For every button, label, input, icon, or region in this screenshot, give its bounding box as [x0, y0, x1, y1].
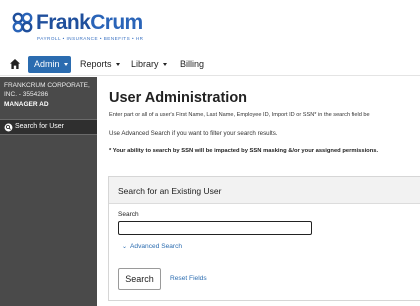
search-button[interactable]: Search [118, 268, 161, 290]
frankcrum-logo[interactable]: FrankCrum PAYROLL • INSURANCE • BENEFITS… [12, 10, 144, 41]
search-icon [4, 123, 13, 132]
nav-billing-link[interactable]: Billing [180, 56, 204, 73]
app-header: FrankCrum PAYROLL • INSURANCE • BENEFITS… [0, 0, 420, 50]
sidebar-item-search-for-user[interactable]: Search for User [0, 119, 97, 135]
nav-admin-menu[interactable]: Admin [28, 56, 71, 73]
caret-down-icon [63, 63, 68, 67]
search-panel-title: Search for an Existing User [118, 186, 222, 196]
home-icon[interactable] [9, 58, 21, 70]
main-content: User Administration Enter part or all of… [97, 77, 420, 306]
company-name: FRANKCRUM CORPORATE, INC. - 3554286 [4, 82, 90, 98]
search-label: Search [118, 211, 139, 218]
logo-wordmark: FrankCrum [36, 11, 143, 34]
instruction-text: Enter part or all of a user's First Name… [109, 112, 370, 118]
logo-mark-icon [12, 12, 33, 33]
caret-down-icon [115, 63, 120, 67]
search-panel: Search for an Existing User Search ⌄ Adva… [108, 176, 420, 301]
caret-down-icon [162, 63, 167, 67]
page-title: User Administration [109, 90, 248, 106]
user-role: MANAGER AD [4, 101, 49, 108]
nav-library-menu[interactable]: Library [131, 56, 167, 73]
logo-tagline: PAYROLL • INSURANCE • BENEFITS • HR [37, 36, 144, 41]
ssn-note: * Your ability to search by SSN will be … [109, 148, 379, 154]
sidebar-item-label: Search for User [15, 122, 65, 130]
reset-fields-link[interactable]: Reset Fields [170, 275, 207, 282]
nav-reports-menu[interactable]: Reports [80, 56, 120, 73]
advanced-search-hint: Use Advanced Search if you want to filte… [109, 130, 278, 137]
sidebar: FRANKCRUM CORPORATE, INC. - 3554286 MANA… [0, 77, 97, 306]
main-nav: Admin Reports Library Billing [0, 52, 420, 76]
advanced-search-link[interactable]: ⌄ Advanced Search [122, 243, 182, 250]
search-panel-header: Search for an Existing User [109, 177, 420, 204]
search-input[interactable] [118, 221, 312, 235]
chevron-down-icon: ⌄ [122, 244, 128, 250]
